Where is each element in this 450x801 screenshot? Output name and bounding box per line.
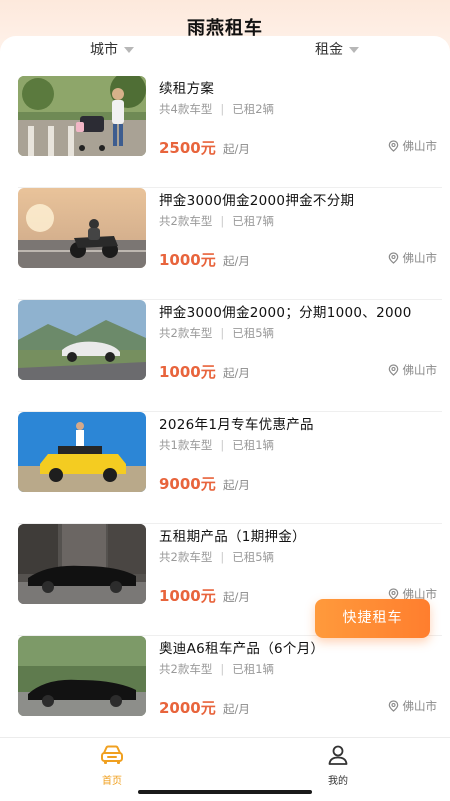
location-city: 佛山市: [402, 251, 438, 265]
product-card[interactable]: 奥迪A6租车产品（6个月） 共2款车型 | 已租1辆 2000元 起/月 佛山市: [18, 636, 442, 748]
product-title: 五租期产品（1期押金）: [159, 529, 306, 545]
tab-home-label: 首页: [102, 776, 122, 787]
product-meta: 共4款车型 | 已租2辆: [159, 101, 274, 117]
meta-separator: |: [220, 550, 225, 564]
dropdown-arrow-icon: [124, 47, 134, 53]
product-image-white-sedan: [18, 300, 146, 380]
rent-filter[interactable]: 租金: [315, 39, 359, 59]
content-sheet: 城市 租金 续租方案 共4款车型 | 已租2辆 2500元 起/月 佛山市 押金…: [0, 36, 450, 800]
location-pin-icon: [388, 140, 398, 152]
product-image-motorcycle: [18, 188, 146, 268]
price-unit: 起/月: [223, 590, 250, 604]
product-price: 1000元: [159, 251, 216, 269]
rented-count: 已租5辆: [232, 326, 275, 340]
product-price: 2500元: [159, 139, 216, 157]
product-card[interactable]: 续租方案 共4款车型 | 已租2辆 2500元 起/月 佛山市: [18, 76, 442, 188]
location: 佛山市: [388, 138, 438, 154]
product-price: 2000元: [159, 699, 216, 717]
tab-home[interactable]: 首页: [82, 744, 142, 787]
model-count: 共2款车型: [159, 550, 213, 564]
price-unit: 起/月: [223, 142, 250, 156]
product-card[interactable]: 押金3000佣金2000押金不分期 共2款车型 | 已租7辆 1000元 起/月…: [18, 188, 442, 300]
product-title: 2026年1月专车优惠产品: [159, 417, 314, 433]
location-pin-icon: [388, 364, 398, 376]
filter-bar: 城市 租金: [0, 36, 450, 62]
product-title: 押金3000佣金2000押金不分期: [159, 193, 355, 209]
product-meta: 共2款车型 | 已租5辆: [159, 325, 274, 341]
product-meta: 共1款车型 | 已租1辆: [159, 437, 274, 453]
user-icon: [328, 745, 348, 765]
product-title: 押金3000佣金2000；分期1000、2000: [159, 305, 412, 321]
product-image-black-sedan: [18, 524, 146, 604]
price-unit: 起/月: [223, 366, 250, 380]
meta-separator: |: [220, 438, 225, 452]
city-filter-label: 城市: [90, 42, 118, 58]
location-city: 佛山市: [402, 139, 438, 153]
product-list: 续租方案 共4款车型 | 已租2辆 2500元 起/月 佛山市 押金3000佣金…: [0, 76, 450, 748]
model-count: 共2款车型: [159, 214, 213, 228]
model-count: 共2款车型: [159, 662, 213, 676]
product-image-black-audi: [18, 636, 146, 716]
product-card[interactable]: 押金3000佣金2000；分期1000、2000 共2款车型 | 已租5辆 10…: [18, 300, 442, 412]
home-indicator: [138, 790, 312, 794]
model-count: 共1款车型: [159, 438, 213, 452]
dropdown-arrow-icon: [349, 47, 359, 53]
quick-rent-button[interactable]: 快捷租车: [315, 599, 430, 638]
product-meta: 共2款车型 | 已租7辆: [159, 213, 274, 229]
product-card[interactable]: 2026年1月专车优惠产品 共1款车型 | 已租1辆 9000元 起/月: [18, 412, 442, 524]
model-count: 共4款车型: [159, 102, 213, 116]
product-price: 1000元: [159, 587, 216, 605]
meta-separator: |: [220, 214, 225, 228]
product-meta: 共2款车型 | 已租5辆: [159, 549, 274, 565]
rent-filter-label: 租金: [315, 42, 343, 58]
location-pin-icon: [388, 252, 398, 264]
product-title: 续租方案: [159, 81, 215, 97]
location-city: 佛山市: [402, 363, 438, 377]
rented-count: 已租1辆: [232, 662, 275, 676]
product-image-yellow-jeep: [18, 412, 146, 492]
rented-count: 已租1辆: [232, 438, 275, 452]
product-meta: 共2款车型 | 已租1辆: [159, 661, 274, 677]
car-icon: [101, 745, 123, 764]
location: 佛山市: [388, 250, 438, 266]
product-price: 9000元: [159, 475, 216, 493]
tab-mine-label: 我的: [328, 776, 348, 787]
rented-count: 已租2辆: [232, 102, 275, 116]
rented-count: 已租7辆: [232, 214, 275, 228]
location: 佛山市: [388, 362, 438, 378]
city-filter[interactable]: 城市: [90, 39, 134, 59]
location-pin-icon: [388, 700, 398, 712]
model-count: 共2款车型: [159, 326, 213, 340]
meta-separator: |: [220, 662, 225, 676]
meta-separator: |: [220, 102, 225, 116]
tab-mine[interactable]: 我的: [308, 744, 368, 787]
price-unit: 起/月: [223, 254, 250, 268]
meta-separator: |: [220, 326, 225, 340]
price-unit: 起/月: [223, 478, 250, 492]
rented-count: 已租5辆: [232, 550, 275, 564]
product-title: 奥迪A6租车产品（6个月）: [159, 641, 325, 657]
location-city: 佛山市: [402, 699, 438, 713]
product-image-family-stroller: [18, 76, 146, 156]
product-price: 1000元: [159, 363, 216, 381]
price-unit: 起/月: [223, 702, 250, 716]
location: 佛山市: [388, 698, 438, 714]
